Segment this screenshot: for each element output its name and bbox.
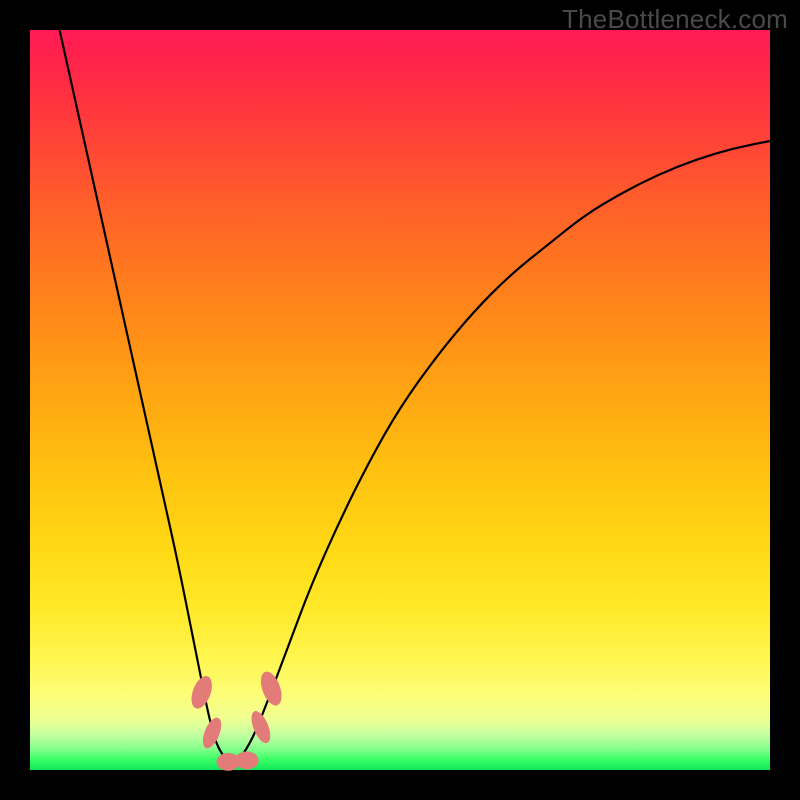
blob-left-upper <box>188 673 216 711</box>
blob-bottom-2 <box>235 752 259 770</box>
chart-svg-overlay <box>30 30 770 770</box>
blob-left-lower <box>199 715 225 751</box>
watermark-text: TheBottleneck.com <box>562 4 788 35</box>
annotation-blobs <box>188 669 286 771</box>
blob-right-upper <box>257 669 286 708</box>
bottleneck-curve <box>60 30 770 764</box>
chart-frame: TheBottleneck.com <box>0 0 800 800</box>
